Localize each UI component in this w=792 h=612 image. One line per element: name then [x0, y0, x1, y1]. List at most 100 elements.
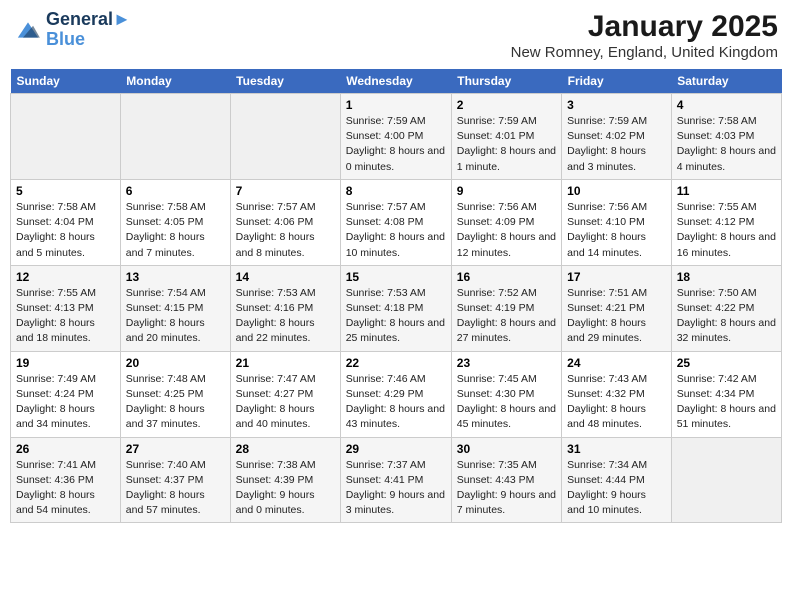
calendar-cell: 5Sunrise: 7:58 AM Sunset: 4:04 PM Daylig… — [11, 179, 121, 265]
day-number: 26 — [16, 442, 115, 456]
day-header-wednesday: Wednesday — [340, 69, 451, 94]
calendar-week-2: 5Sunrise: 7:58 AM Sunset: 4:04 PM Daylig… — [11, 179, 782, 265]
day-header-tuesday: Tuesday — [230, 69, 340, 94]
calendar-cell: 21 Sunrise: 7:47 AM Sunset: 4:27 PM Dayli… — [230, 351, 340, 437]
day-number: 2 — [457, 98, 556, 112]
calendar-cell: 15Sunrise: 7:53 AM Sunset: 4:18 PM Dayli… — [340, 265, 451, 351]
day-number: 3 — [567, 98, 666, 112]
day-number: 27 — [126, 442, 225, 456]
day-number: 17 — [567, 270, 666, 284]
day-info: Sunrise: 7:58 AM Sunset: 4:03 PM Dayligh… — [677, 114, 776, 175]
calendar-cell — [230, 94, 340, 180]
day-info: Sunrise: 7:40 AM Sunset: 4:37 PM Dayligh… — [126, 458, 225, 519]
calendar-cell — [11, 94, 121, 180]
day-info: Sunrise: 7:59 AM Sunset: 4:02 PM Dayligh… — [567, 114, 666, 175]
day-header-monday: Monday — [120, 69, 230, 94]
day-number: 1 — [346, 98, 446, 112]
day-info: Sunrise: 7:43 AM Sunset: 4:32 PM Dayligh… — [567, 372, 666, 433]
day-number: 20 — [126, 356, 225, 370]
calendar-cell: 9Sunrise: 7:56 AM Sunset: 4:09 PM Daylig… — [451, 179, 561, 265]
calendar-cell: 25Sunrise: 7:42 AM Sunset: 4:34 PM Dayli… — [671, 351, 781, 437]
day-info: Sunrise: 7:52 AM Sunset: 4:19 PM Dayligh… — [457, 286, 556, 347]
calendar-cell: 30 Sunrise: 7:35 AM Sunset: 4:43 PM Dayli… — [451, 437, 561, 523]
day-number: 12 — [16, 270, 115, 284]
calendar-week-5: 26 Sunrise: 7:41 AM Sunset: 4:36 PM Dayli… — [11, 437, 782, 523]
day-info: Sunrise: 7:59 AM Sunset: 4:00 PM Dayligh… — [346, 114, 446, 175]
calendar-cell: 26 Sunrise: 7:41 AM Sunset: 4:36 PM Dayli… — [11, 437, 121, 523]
calendar-cell: 17Sunrise: 7:51 AM Sunset: 4:21 PM Dayli… — [562, 265, 672, 351]
calendar-week-3: 12 Sunrise: 7:55 AM Sunset: 4:13 PM Dayli… — [11, 265, 782, 351]
day-info: Sunrise: 7:37 AM Sunset: 4:41 PM Dayligh… — [346, 458, 446, 519]
day-number: 8 — [346, 184, 446, 198]
day-number: 11 — [677, 184, 776, 198]
day-info: Sunrise: 7:59 AM Sunset: 4:01 PM Dayligh… — [457, 114, 556, 175]
day-info: Sunrise: 7:55 AM Sunset: 4:12 PM Dayligh… — [677, 200, 776, 261]
subtitle: New Romney, England, United Kingdom — [511, 44, 778, 61]
day-info: Sunrise: 7:49 AM Sunset: 4:24 PM Dayligh… — [16, 372, 115, 433]
logo: General► Blue — [14, 10, 131, 50]
day-number: 18 — [677, 270, 776, 284]
calendar-cell: 13 Sunrise: 7:54 AM Sunset: 4:15 PM Dayli… — [120, 265, 230, 351]
day-info: Sunrise: 7:55 AM Sunset: 4:13 PM Dayligh… — [16, 286, 115, 347]
calendar-cell: 12 Sunrise: 7:55 AM Sunset: 4:13 PM Dayli… — [11, 265, 121, 351]
calendar-cell: 16 Sunrise: 7:52 AM Sunset: 4:19 PM Dayli… — [451, 265, 561, 351]
day-info: Sunrise: 7:42 AM Sunset: 4:34 PM Dayligh… — [677, 372, 776, 433]
day-number: 9 — [457, 184, 556, 198]
day-info: Sunrise: 7:41 AM Sunset: 4:36 PM Dayligh… — [16, 458, 115, 519]
calendar-body: 1 Sunrise: 7:59 AM Sunset: 4:00 PM Daylig… — [11, 94, 782, 523]
day-number: 24 — [567, 356, 666, 370]
calendar-cell — [120, 94, 230, 180]
calendar-cell: 27 Sunrise: 7:40 AM Sunset: 4:37 PM Dayli… — [120, 437, 230, 523]
day-number: 19 — [16, 356, 115, 370]
day-info: Sunrise: 7:47 AM Sunset: 4:27 PM Dayligh… — [236, 372, 335, 433]
days-header-row: SundayMondayTuesdayWednesdayThursdayFrid… — [11, 69, 782, 94]
day-info: Sunrise: 7:53 AM Sunset: 4:18 PM Dayligh… — [346, 286, 446, 347]
day-info: Sunrise: 7:48 AM Sunset: 4:25 PM Dayligh… — [126, 372, 225, 433]
day-number: 22 — [346, 356, 446, 370]
calendar-cell: 18Sunrise: 7:50 AM Sunset: 4:22 PM Dayli… — [671, 265, 781, 351]
calendar-table: SundayMondayTuesdayWednesdayThursdayFrid… — [10, 69, 782, 523]
calendar-cell: 19 Sunrise: 7:49 AM Sunset: 4:24 PM Dayli… — [11, 351, 121, 437]
calendar-cell: 6 Sunrise: 7:58 AM Sunset: 4:05 PM Daylig… — [120, 179, 230, 265]
day-number: 10 — [567, 184, 666, 198]
day-info: Sunrise: 7:34 AM Sunset: 4:44 PM Dayligh… — [567, 458, 666, 519]
day-number: 16 — [457, 270, 556, 284]
day-number: 14 — [236, 270, 335, 284]
day-info: Sunrise: 7:56 AM Sunset: 4:10 PM Dayligh… — [567, 200, 666, 261]
calendar-cell: 14Sunrise: 7:53 AM Sunset: 4:16 PM Dayli… — [230, 265, 340, 351]
page-header: General► Blue January 2025 New Romney, E… — [10, 10, 782, 61]
day-header-thursday: Thursday — [451, 69, 561, 94]
logo-text: General► Blue — [46, 10, 131, 50]
calendar-cell: 28Sunrise: 7:38 AM Sunset: 4:39 PM Dayli… — [230, 437, 340, 523]
day-number: 7 — [236, 184, 335, 198]
day-info: Sunrise: 7:46 AM Sunset: 4:29 PM Dayligh… — [346, 372, 446, 433]
day-info: Sunrise: 7:58 AM Sunset: 4:04 PM Dayligh… — [16, 200, 115, 261]
calendar-cell: 11 Sunrise: 7:55 AM Sunset: 4:12 PM Dayli… — [671, 179, 781, 265]
calendar-cell: 7 Sunrise: 7:57 AM Sunset: 4:06 PM Daylig… — [230, 179, 340, 265]
calendar-cell: 24 Sunrise: 7:43 AM Sunset: 4:32 PM Dayli… — [562, 351, 672, 437]
calendar-cell: 4Sunrise: 7:58 AM Sunset: 4:03 PM Daylig… — [671, 94, 781, 180]
day-info: Sunrise: 7:54 AM Sunset: 4:15 PM Dayligh… — [126, 286, 225, 347]
day-number: 30 — [457, 442, 556, 456]
day-info: Sunrise: 7:57 AM Sunset: 4:06 PM Dayligh… — [236, 200, 335, 261]
calendar-cell: 10 Sunrise: 7:56 AM Sunset: 4:10 PM Dayli… — [562, 179, 672, 265]
day-info: Sunrise: 7:57 AM Sunset: 4:08 PM Dayligh… — [346, 200, 446, 261]
calendar-cell: 23Sunrise: 7:45 AM Sunset: 4:30 PM Dayli… — [451, 351, 561, 437]
day-number: 31 — [567, 442, 666, 456]
day-number: 13 — [126, 270, 225, 284]
day-number: 6 — [126, 184, 225, 198]
calendar-cell: 22 Sunrise: 7:46 AM Sunset: 4:29 PM Dayli… — [340, 351, 451, 437]
day-info: Sunrise: 7:58 AM Sunset: 4:05 PM Dayligh… — [126, 200, 225, 261]
day-number: 29 — [346, 442, 446, 456]
calendar-cell: 31 Sunrise: 7:34 AM Sunset: 4:44 PM Dayli… — [562, 437, 672, 523]
day-number: 21 — [236, 356, 335, 370]
day-info: Sunrise: 7:38 AM Sunset: 4:39 PM Dayligh… — [236, 458, 335, 519]
day-header-sunday: Sunday — [11, 69, 121, 94]
day-info: Sunrise: 7:45 AM Sunset: 4:30 PM Dayligh… — [457, 372, 556, 433]
calendar-cell: 8 Sunrise: 7:57 AM Sunset: 4:08 PM Daylig… — [340, 179, 451, 265]
calendar-cell — [671, 437, 781, 523]
logo-icon — [14, 19, 42, 41]
day-info: Sunrise: 7:35 AM Sunset: 4:43 PM Dayligh… — [457, 458, 556, 519]
calendar-cell: 2 Sunrise: 7:59 AM Sunset: 4:01 PM Daylig… — [451, 94, 561, 180]
main-title: January 2025 — [511, 10, 778, 44]
